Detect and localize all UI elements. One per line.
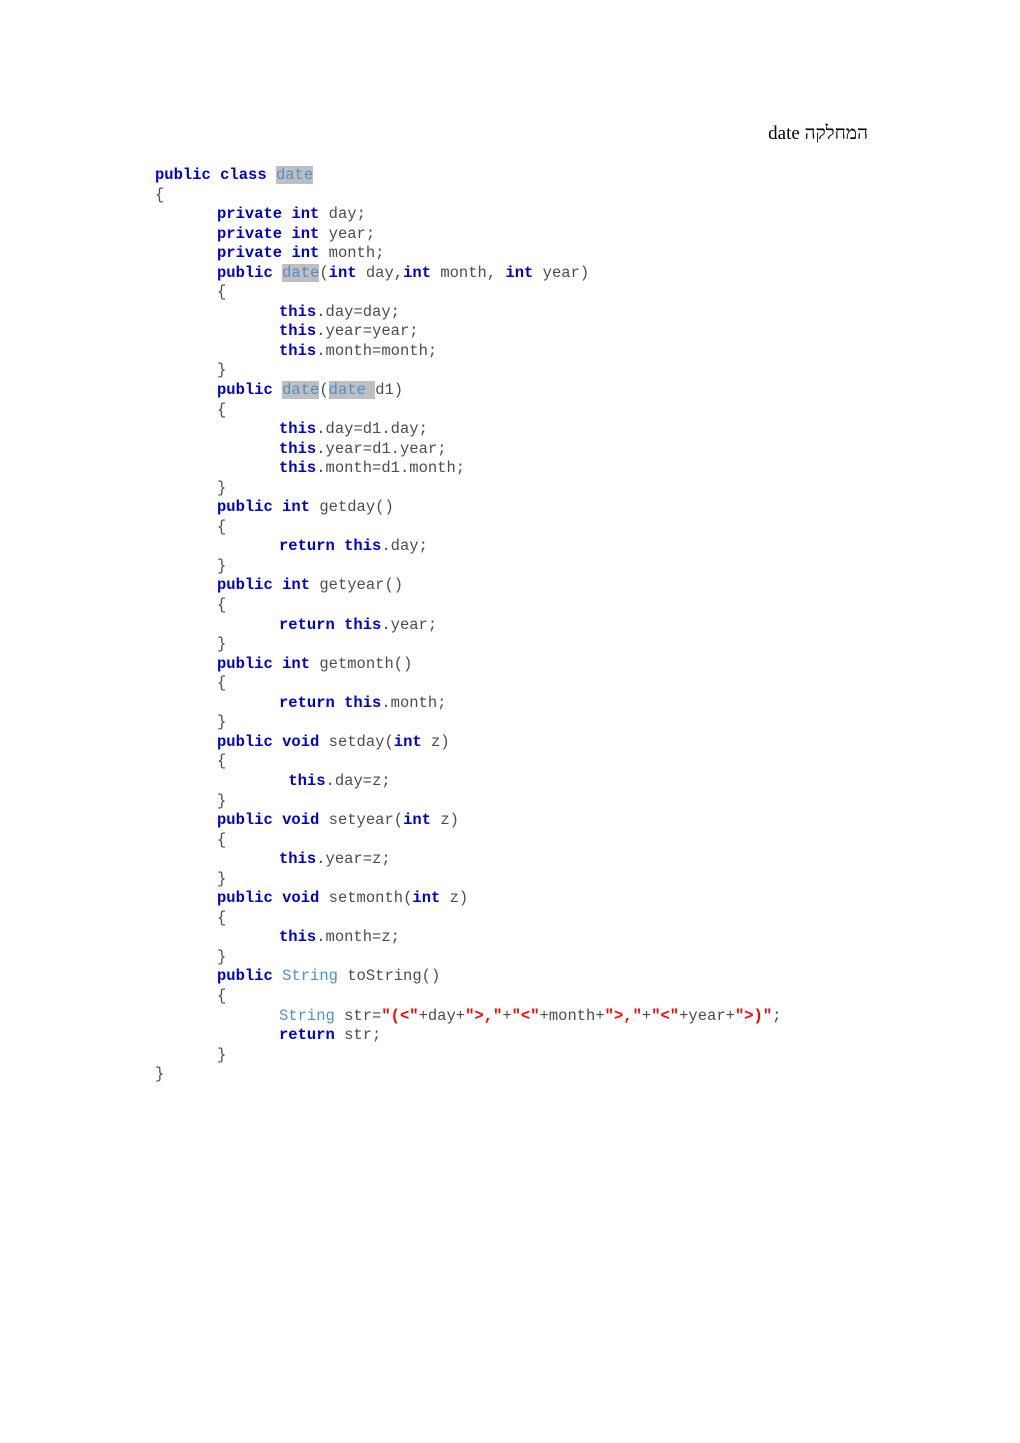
document-page: המחלקה date public class date{private in… [0, 0, 1020, 1443]
page-title: המחלקה date [768, 123, 868, 144]
code-line: this.month=z; [279, 928, 400, 947]
code-line: } [217, 361, 227, 380]
code-line: public date(date d1) [217, 381, 404, 400]
code-line: public class date [155, 166, 314, 184]
code-line: public int getyear() [217, 576, 404, 595]
code-line: { [217, 986, 227, 1005]
code-line: } [217, 635, 227, 654]
code-line: } [217, 1045, 227, 1064]
code-line: } [217, 478, 227, 497]
code-line: this.day=day; [279, 302, 400, 321]
code-block: public class date{private int day; privat… [155, 166, 955, 1085]
code-line: this.year=z; [279, 850, 391, 869]
code-line: public String toString() [217, 967, 441, 986]
code-line: this.year=year; [279, 322, 419, 341]
code-line: return this.year; [279, 615, 438, 634]
code-line: public void setmonth(int z) [217, 889, 469, 908]
code-line: public int getday() [217, 498, 394, 517]
code-line: } [217, 869, 227, 888]
code-line: this.day=d1.day; [279, 420, 428, 439]
code-line: { [217, 830, 227, 849]
code-line: private int day; [217, 205, 366, 224]
code-line: { [217, 674, 227, 693]
code-line: return this.month; [279, 693, 447, 712]
code-line: String str="(<"+day+">,"+"<"+month+">,"+… [279, 1006, 782, 1025]
code-line: { [217, 596, 227, 615]
code-line: private int year; [217, 224, 376, 243]
code-line: this.day=z; [288, 771, 391, 790]
code-line: this.month=month; [279, 341, 438, 360]
code-line: public date(int day,int month, int year) [217, 263, 590, 282]
code-line: } [217, 713, 227, 732]
code-line: { [217, 908, 227, 927]
code-line: { [217, 400, 227, 419]
code-line: { [155, 185, 165, 204]
code-line: } [217, 791, 227, 810]
code-line: { [217, 517, 227, 536]
code-line: this.month=d1.month; [279, 459, 466, 478]
code-line: public void setyear(int z) [217, 811, 459, 830]
code-line: public void setday(int z) [217, 732, 450, 751]
code-line: public int getmonth() [217, 654, 413, 673]
code-line: } [217, 947, 227, 966]
code-line: } [217, 556, 227, 575]
code-line: } [155, 1065, 165, 1084]
code-line: { [217, 283, 227, 302]
code-line: private int month; [217, 244, 385, 263]
code-line: this.year=d1.year; [279, 439, 447, 458]
code-line: { [217, 752, 227, 771]
code-line: return str; [279, 1026, 382, 1045]
code-line: return this.day; [279, 537, 428, 556]
